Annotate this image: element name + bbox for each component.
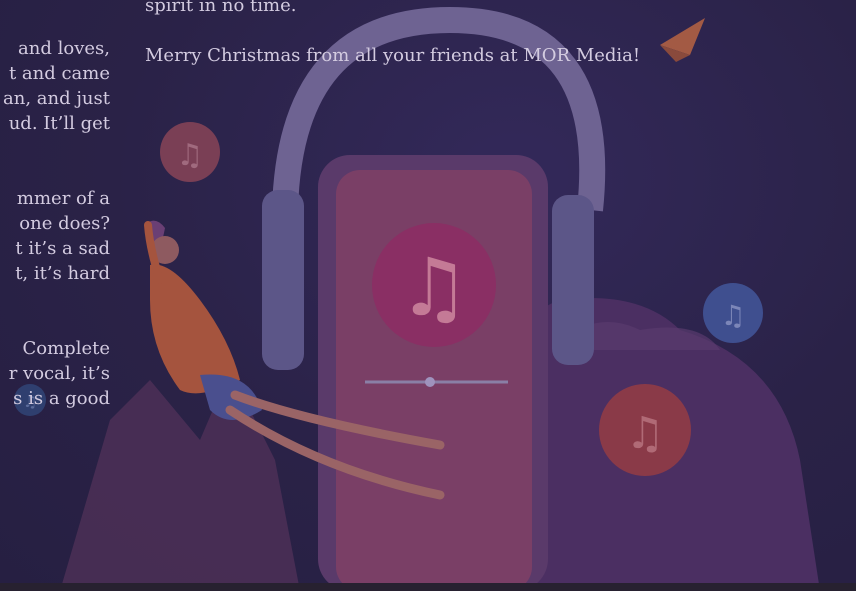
- music-note-icon: ♫: [625, 408, 664, 459]
- text-line: s is a good: [13, 388, 110, 409]
- text-line: an, and just: [3, 88, 110, 109]
- clipped-text-column: and loves, t and came an, and just ud. I…: [0, 36, 110, 411]
- message-line-2: Merry Christmas from all your friends at…: [145, 45, 641, 66]
- text-line: t and came: [8, 63, 110, 84]
- message-line-1: spirit in no time.: [145, 0, 297, 16]
- music-note-icon: ♫: [720, 299, 745, 332]
- text-line: t it’s a sad: [15, 238, 110, 259]
- text-line: mmer of a: [16, 188, 110, 209]
- text-paragraph-1: and loves, t and came an, and just ud. I…: [0, 36, 110, 136]
- progress-knob: [425, 377, 435, 387]
- woman-body: [150, 264, 240, 394]
- message-column: spirit in no time. Merry Christmas from …: [145, 0, 785, 68]
- text-line: one does?: [19, 213, 110, 234]
- page-background: ♫ ♫ ♫ ♫ ♫ spirit in no time. Merry Chris…: [0, 0, 856, 591]
- text-line: and loves,: [18, 38, 110, 59]
- headphone-left-cup: [262, 190, 304, 370]
- headphone-right-cup: [552, 195, 594, 365]
- text-line: Complete: [22, 338, 111, 359]
- screen-music-note-icon: ♫: [398, 241, 470, 334]
- text-paragraph-3: Complete r vocal, it’s s is a good: [0, 336, 110, 411]
- text-line: r vocal, it’s: [8, 363, 110, 384]
- text-line: ud. It’ll get: [8, 113, 110, 134]
- music-note-icon: ♫: [177, 138, 204, 173]
- music-illustration: ♫ ♫ ♫ ♫ ♫: [14, 6, 820, 591]
- text-paragraph-2: mmer of a one does? t it’s a sad t, it’s…: [0, 186, 110, 286]
- bottom-edge-strip: [0, 583, 856, 591]
- text-line: t, it’s hard: [15, 263, 110, 284]
